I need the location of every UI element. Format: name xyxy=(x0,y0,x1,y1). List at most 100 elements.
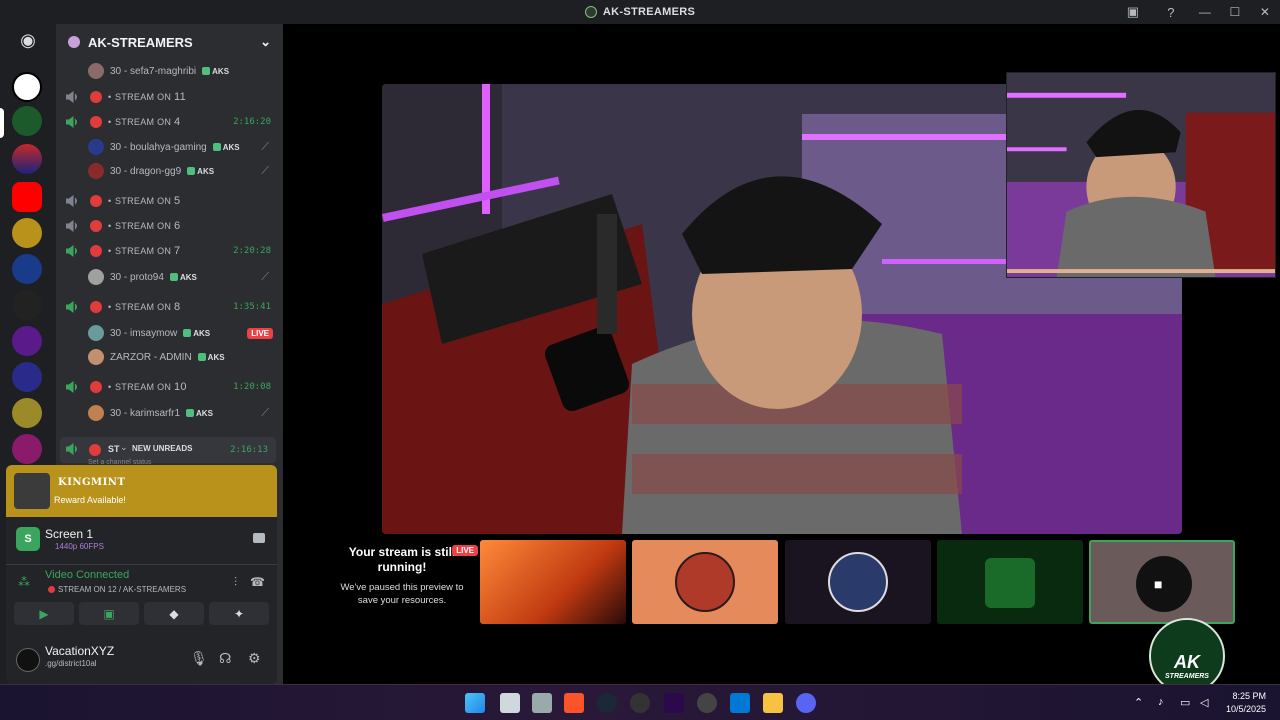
microphone-icon[interactable]: 🎙︎ xyxy=(190,650,208,667)
discord-home-icon[interactable]: ◉ xyxy=(14,30,42,54)
app-icon[interactable] xyxy=(630,693,650,713)
voice-user-item[interactable]: 30 - sefa7-maghribi AKS xyxy=(56,60,283,82)
voice-user-item[interactable]: 30 - proto94 AKS ⟋ xyxy=(56,266,283,288)
voice-channel-item[interactable]: • STREAM ON 5 xyxy=(56,190,283,212)
user-tag-text: AKS xyxy=(196,408,213,418)
inbox-icon[interactable]: ▣ xyxy=(1125,4,1141,20)
headphones-icon[interactable]: ☊ xyxy=(219,650,231,667)
camera-button[interactable]: ▶ xyxy=(14,602,74,625)
channel-prefix: ST xyxy=(108,444,120,454)
participant-tile-4[interactable] xyxy=(937,540,1083,624)
bullet: • xyxy=(108,117,112,127)
task-view-icon[interactable] xyxy=(500,693,520,713)
voice-channel-item[interactable]: • STREAM ON 6 xyxy=(56,215,283,237)
display-icon[interactable]: ▭ xyxy=(1180,696,1190,709)
speaker-icon xyxy=(66,220,77,232)
voice-channel-name[interactable]: STREAM ON 12 / AK-STREAMERS xyxy=(58,585,186,594)
red-dot xyxy=(90,91,102,103)
logo-subtitle: STREAMERS xyxy=(1165,673,1209,680)
speaker-icon[interactable]: ◁ xyxy=(1200,696,1208,709)
voice-user-item[interactable]: 30 - karimsarfr1 AKS ⟋ xyxy=(56,402,283,424)
premiere-icon[interactable] xyxy=(664,693,684,713)
chevron-up-icon[interactable]: ⌃ xyxy=(1134,696,1143,709)
close-button[interactable]: ✕ xyxy=(1250,0,1280,24)
steam-icon[interactable] xyxy=(597,693,617,713)
noise-suppression-icon[interactable]: ⫶ xyxy=(234,575,237,590)
window-title: AK-STREAMERS xyxy=(584,6,695,18)
channel-list: 30 - sefa7-maghribi AKS • STREAM ON 11 • STRE… xyxy=(56,60,283,465)
server-icon xyxy=(584,6,597,18)
voice-channel-item[interactable]: • STREAM ON 8 1:35:41 xyxy=(56,296,283,318)
chevron-down-icon[interactable]: ⌄ xyxy=(260,34,271,50)
bullet: • xyxy=(108,92,112,102)
server-vacation-icon[interactable] xyxy=(12,72,42,102)
server-8-icon[interactable] xyxy=(12,362,42,392)
channel-name: STREAM ON 11 xyxy=(115,91,187,103)
chevron-down-icon: ⌄ xyxy=(120,442,128,452)
server-header[interactable]: AK-STREAMERS ⌄ xyxy=(56,24,283,60)
new-unreads-label: NEW UNREADS xyxy=(132,444,193,453)
microphone-icon[interactable]: ♪ xyxy=(1158,696,1164,708)
speaker-icon xyxy=(66,116,77,128)
server-6-icon[interactable] xyxy=(12,290,42,320)
channel-timer: 2:16:13 xyxy=(230,445,268,455)
channel-timer: 2:16:20 xyxy=(233,117,271,127)
activities-button[interactable]: ◆ xyxy=(144,602,204,625)
voice-channel-item[interactable]: • STREAM ON 7 2:20:28 xyxy=(56,240,283,262)
server-district-icon[interactable] xyxy=(12,144,42,174)
participant-tile-1[interactable] xyxy=(480,540,626,624)
snipping-icon[interactable] xyxy=(532,693,552,713)
start-icon[interactable] xyxy=(465,693,485,713)
avatar xyxy=(88,269,104,285)
deafened-icon: ⟋ xyxy=(261,270,269,283)
user-tag: AKS xyxy=(212,143,240,152)
maximize-button[interactable]: ☐ xyxy=(1220,0,1250,24)
server-9-icon[interactable] xyxy=(12,398,42,428)
voice-channel-item[interactable]: • STREAM ON 10 1:20:08 xyxy=(56,376,283,398)
user-tag: AKS xyxy=(197,353,225,362)
bullet: • xyxy=(108,221,112,231)
minimize-button[interactable]: — xyxy=(1190,0,1220,24)
voice-user-item[interactable]: ZARZOR - ADMIN AKS xyxy=(56,346,283,368)
speaker-icon xyxy=(66,91,77,103)
promo-banner[interactable]: KINGMINT Reward Available! xyxy=(6,465,277,517)
server-10-icon[interactable] xyxy=(12,434,42,464)
voice-channel-item[interactable]: • STREAM ON 4 2:16:20 xyxy=(56,111,283,133)
webcam-overlay[interactable] xyxy=(1006,72,1276,278)
avatar[interactable] xyxy=(16,648,40,672)
username[interactable]: VacationXYZ xyxy=(45,644,114,658)
red-dot xyxy=(90,220,102,232)
voice-channel-item[interactable]: • STREAM ON 11 xyxy=(56,86,283,108)
voice-connection-row: ⁂ Video Connected STREAM ON 12 / AK-STRE… xyxy=(6,565,277,599)
voice-user-item[interactable]: 30 - dragon-gg9 AKS ⟋ xyxy=(56,160,283,182)
disconnect-icon[interactable]: ☎ xyxy=(250,575,265,589)
soundboard-button[interactable]: ✦ xyxy=(209,602,269,625)
help-icon[interactable]: ? xyxy=(1163,4,1179,20)
user-tag-text: AKS xyxy=(179,272,197,282)
server-7-icon[interactable] xyxy=(12,326,42,356)
server-5-icon[interactable] xyxy=(12,254,42,284)
voice-user-item[interactable]: 30 - boulahya-gaming AKS ⟋ xyxy=(56,136,283,158)
screen-share-button[interactable]: ▣ xyxy=(79,602,139,625)
avatar xyxy=(88,163,104,179)
gear-icon[interactable]: ⚙ xyxy=(248,650,261,667)
obs-icon[interactable] xyxy=(697,693,717,713)
bullet: • xyxy=(108,382,112,392)
participant-tile-2[interactable] xyxy=(632,540,778,624)
voice-user-item[interactable]: 30 - imsaymow AKS LIVE xyxy=(56,322,283,344)
stop-stream-icon[interactable] xyxy=(253,533,265,543)
system-clock[interactable]: 8:25 PM 10/5/2025 xyxy=(1226,690,1266,716)
file-explorer-icon[interactable] xyxy=(763,693,783,713)
signal-icon[interactable]: ⁂ xyxy=(18,575,30,589)
participant-tile-self[interactable]: ■ xyxy=(1089,540,1235,624)
server-4-icon[interactable] xyxy=(12,218,42,248)
participant-tile-3[interactable] xyxy=(785,540,931,624)
server-ak-icon[interactable] xyxy=(12,106,42,136)
screen-share-row[interactable]: S Screen 1 1440p 60FPS xyxy=(6,517,277,565)
tag-icon xyxy=(212,143,221,151)
photos-icon[interactable] xyxy=(730,693,750,713)
brave-icon[interactable] xyxy=(564,693,584,713)
discord-icon[interactable] xyxy=(796,693,816,713)
voice-status[interactable]: Video Connected xyxy=(45,569,129,581)
server-youtube-icon[interactable] xyxy=(12,182,42,212)
